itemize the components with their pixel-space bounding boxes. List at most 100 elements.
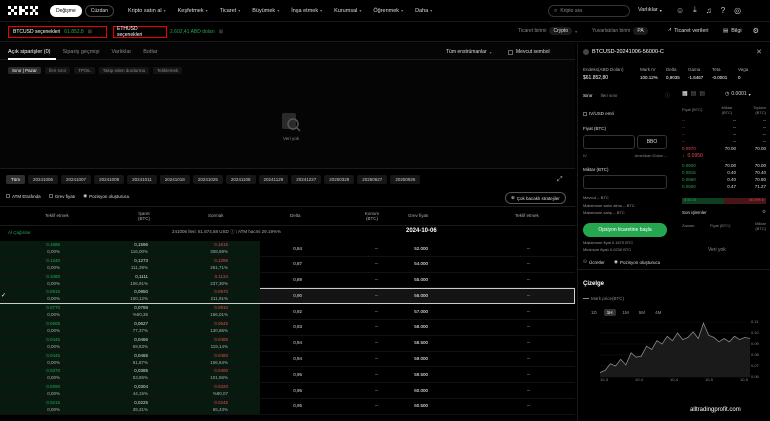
gear-icon[interactable]: ⚙ xyxy=(762,209,766,215)
price-input[interactable] xyxy=(583,135,635,149)
market-ethusd[interactable]: ETHUSD seçenekleri xyxy=(113,26,167,38)
instrument-filter[interactable]: Tüm enstrümanlar ▾ xyxy=(446,49,492,55)
help-icon[interactable]: ⓘ xyxy=(665,92,670,99)
rounding-select[interactable]: PA xyxy=(633,27,648,35)
close-icon[interactable]: ⊠ xyxy=(219,29,223,35)
close-icon[interactable]: ⊠ xyxy=(88,29,92,35)
chain-row[interactable]: 0.1586 0,00% 0,1596 116,00% 0.1615 308,59% 0,8… xyxy=(0,241,575,257)
orderbook-row[interactable]: 0.0860 0.40 70.80 xyxy=(682,177,766,184)
strike-price-toggle[interactable]: Grev fiyatı xyxy=(48,194,75,199)
tick-size-select[interactable]: ◷ 0.0001 ▾ xyxy=(725,91,751,97)
info-link[interactable]: ▤ Bilgi ⚙ xyxy=(723,27,759,35)
chart-range[interactable]: 1H xyxy=(603,309,616,316)
nav-menu-item[interactable]: Kripto satın al ▾ xyxy=(128,8,166,14)
chain-row[interactable]: 0.0605 0,00% 0,0627 77,37% 0.0645 130,86% 0,93… xyxy=(0,319,575,336)
trading-data-link[interactable]: ⩘ Ticaret verileri xyxy=(668,27,708,34)
position-builder-link[interactable]: ◉ Pozisyon oluşturucu xyxy=(614,259,660,265)
chain-row[interactable]: 0.0370 0,00% 0,0385 53,86% 0.0400 101,56% 0,95… xyxy=(0,367,575,384)
nav-menu-item[interactable]: Keşfetmek ▾ xyxy=(178,8,208,14)
market-btcusd[interactable]: BTCUSD seçenekleri 61.852,8 ⊠ xyxy=(8,26,107,38)
tab-advanced-limit[interactable]: İleri sınır xyxy=(601,93,618,98)
orderbook-row[interactable]: 0.0500 0.47 71.27 xyxy=(682,184,766,191)
book-asks-icon[interactable]: ▤ xyxy=(699,90,705,97)
expiry-chip[interactable]: 20241018 xyxy=(159,175,190,184)
orders-tab[interactable]: Sipariş geçmişi xyxy=(62,49,99,55)
book-both-icon[interactable]: ▦ xyxy=(682,90,688,97)
orders-subtab[interactable]: Tetiklemek xyxy=(153,67,183,74)
expiry-chip[interactable]: 20241011 xyxy=(127,175,157,184)
expiry-chip[interactable]: 20250328 xyxy=(324,175,355,184)
expiry-chip[interactable]: 20241006 xyxy=(28,175,59,184)
user-icon[interactable]: ☺ xyxy=(676,6,684,15)
orders-subtab[interactable]: TP/SL xyxy=(74,67,95,74)
qty-input[interactable] xyxy=(583,175,667,189)
expiry-chip[interactable]: 20241129 xyxy=(258,175,289,184)
trade-button[interactable]: Opsiyon ticaretine başla xyxy=(583,223,667,237)
search-box[interactable]: ⌕ Kripto ara xyxy=(548,5,630,17)
orderbook-row[interactable]: 0.0915 0.40 70.40 xyxy=(682,170,766,177)
gear-icon[interactable]: ⚙ xyxy=(753,27,759,35)
chain-row[interactable]: 0.0445 0,00% 0,0466 69,83% 0.0485 119,14% 0,94… xyxy=(0,335,575,352)
globe-icon[interactable]: ◎ xyxy=(734,6,741,15)
orders-tab[interactable]: Açık siparişler (0) xyxy=(8,49,50,55)
chain-row[interactable]: 0.0215 0,00% 0,0225 39,31% 0.0245 65,43% 0,95 -… xyxy=(0,398,575,415)
chain-row[interactable]: 0.0445 0,00% 0,0465 61,87% 0.0480 106,64% 0,94… xyxy=(0,351,575,368)
chain-row[interactable]: 0.0770 0,00% 0,0788 %90,36 0.0810 166,01% 0,92… xyxy=(0,304,575,320)
trade-unit-select[interactable]: Crypto xyxy=(549,27,573,35)
close-icon[interactable]: ✕ xyxy=(756,48,762,56)
multi-leg-button[interactable]: ⊕ Çok bacaklı stratejiler xyxy=(505,192,566,204)
expiry-chip[interactable]: Tüm xyxy=(6,175,25,184)
orderbook-row[interactable]: -- -- -- xyxy=(682,125,766,132)
atm-toggle[interactable]: ATM Etrafında xyxy=(6,194,41,199)
orders-subtab[interactable]: İleri sınır xyxy=(44,67,71,74)
orderbook-row[interactable]: -- -- -- xyxy=(682,118,766,125)
position-builder-toggle[interactable]: ◉ Pozisyon oluşturucu xyxy=(83,193,129,199)
nav-menu-item[interactable]: Ticaret ▾ xyxy=(220,8,241,14)
nav-menu-item[interactable]: Daha ▾ xyxy=(415,8,432,14)
expiry-chip[interactable]: 20241007 xyxy=(61,175,92,184)
ask-iv: 308,59% xyxy=(210,249,228,254)
fees-link[interactable]: ⚇ Ücretler xyxy=(583,259,605,265)
orderbook-row[interactable]: -- -- -- xyxy=(682,139,766,146)
okx-logo[interactable] xyxy=(8,6,38,15)
book-bids-icon[interactable]: ▤ xyxy=(691,90,697,97)
chart-range[interactable]: 1M xyxy=(620,309,632,316)
expiry-chip[interactable]: 20241008 xyxy=(94,175,125,184)
assets-menu[interactable]: Varlıklar ▾ xyxy=(638,7,662,13)
orderbook-row[interactable]: -- -- -- xyxy=(682,132,766,139)
chart-range[interactable]: 5M xyxy=(636,309,648,316)
expiry-chip[interactable]: 20250926 xyxy=(390,175,421,184)
iv-usd-checkbox[interactable]: IV/USD emri xyxy=(583,111,614,116)
chain-row[interactable]: 0.0290 0,00% 0,0304 44,15% 0.0320 %80,07 0,95 -… xyxy=(0,383,575,399)
expiry-chip[interactable]: 20241108 xyxy=(225,175,256,184)
help-icon[interactable]: ? xyxy=(721,6,725,15)
chain-row[interactable]: 0.1080 0,00% 0,1111 106,91% 0.1134 237,30% 0,8… xyxy=(0,272,575,289)
orderbook-row[interactable]: 0.0970 70.00 70.00 xyxy=(682,146,766,153)
tab-limit[interactable]: Sınır xyxy=(583,93,593,98)
expiry-chip[interactable]: 20241025 xyxy=(192,175,223,184)
orderbook-row[interactable]: 0.0920 70.00 70.00 xyxy=(682,163,766,170)
orders-tab[interactable]: Varlıklar xyxy=(111,49,131,55)
expand-icon[interactable]: ⤢ xyxy=(557,176,563,184)
nav-menu-item[interactable]: İnşa etmek ▾ xyxy=(291,8,322,14)
chart-range[interactable]: 4M xyxy=(652,309,664,316)
nav-menu-item[interactable]: Büyümek ▾ xyxy=(252,8,279,14)
chart-range[interactable]: 1D xyxy=(588,309,600,316)
orders-tab[interactable]: Botlar xyxy=(143,49,157,55)
current-symbol-checkbox[interactable]: Mevcut sembol xyxy=(508,49,550,55)
y-tick-label: 0.06 xyxy=(751,374,759,379)
nav-menu-item[interactable]: Kurumsal ▾ xyxy=(334,8,361,14)
recent-trades-tab[interactable]: Son işlemler ⚙ xyxy=(682,209,766,215)
bell-icon[interactable]: ♫ xyxy=(706,6,712,15)
wallet-tab[interactable]: Cüzdan xyxy=(84,4,114,17)
exchange-tab[interactable]: Değişme xyxy=(50,4,82,17)
nav-menu-item[interactable]: Öğrenmek ▾ xyxy=(373,8,403,14)
orders-subtab[interactable]: Sınır | Pazar xyxy=(8,67,41,74)
bbo-button[interactable]: BBO xyxy=(637,135,667,149)
expiry-chip[interactable]: 20250627 xyxy=(357,175,388,184)
chain-row[interactable]: ✓ 0.0915 0,00% 0,0950 100,12% 0.0970 211,91% 0,… xyxy=(0,288,575,305)
orders-subtab[interactable]: Takip eden durdurma xyxy=(98,67,149,74)
expiry-chip[interactable]: 20241227 xyxy=(291,175,322,184)
chain-row[interactable]: 0.1240 0,00% 0,1273 111,39% 0.1299 261,71% 0,8… xyxy=(0,256,575,273)
download-icon[interactable]: ⤓ xyxy=(693,5,697,15)
